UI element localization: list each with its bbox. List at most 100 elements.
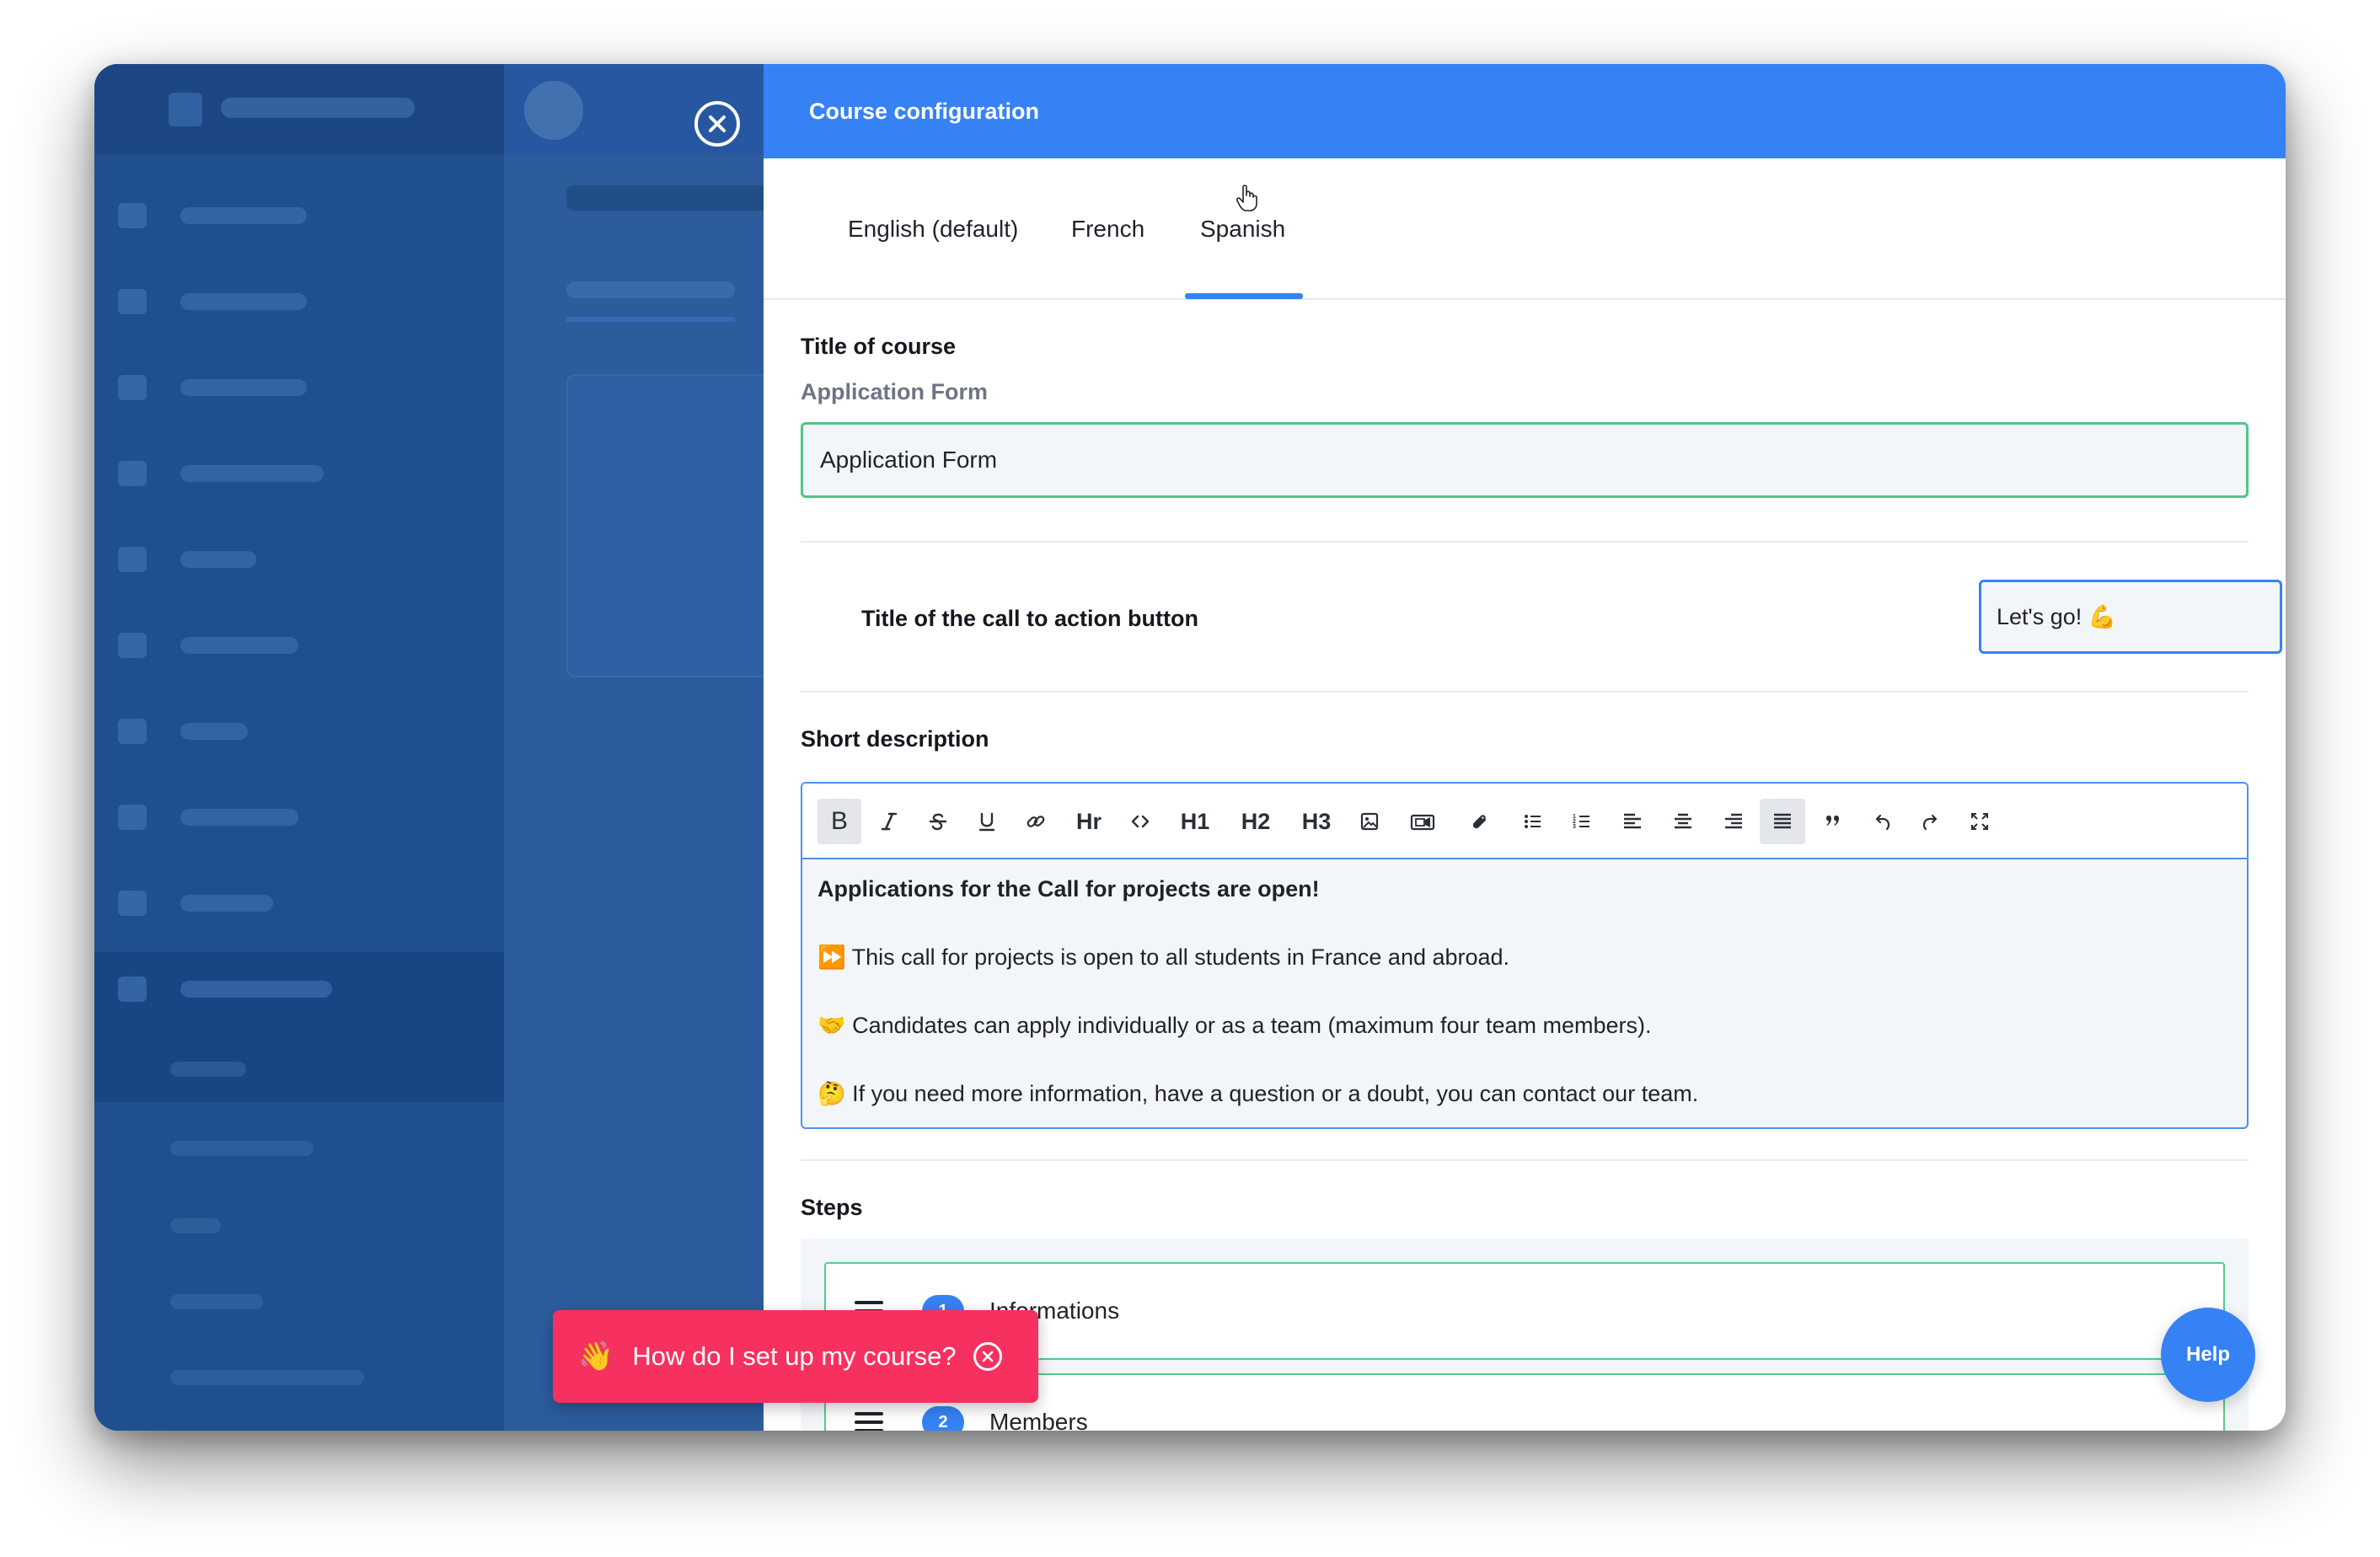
italic-icon [881,812,898,831]
cta-title-label: Title of the call to action button [861,606,1198,631]
paperclip-icon [1472,815,1487,829]
background-nav-item [115,708,570,755]
align-center-button[interactable] [1662,799,1704,844]
close-icon [982,1351,993,1362]
background-org-name [221,98,415,118]
heading-3-button[interactable]: H3 [1291,799,1342,844]
cta-title-input[interactable]: Let's go! 💪 [1979,580,2282,654]
align-justify-icon [1774,813,1791,829]
tab-spanish[interactable]: Spanish [1200,158,1285,300]
rich-text-editor: B Hr H1 H2 H3 1 2 3 Applications for the… [801,782,2249,1129]
heading-2-button[interactable]: H2 [1230,799,1281,844]
undo-button[interactable] [1861,799,1903,844]
align-left-icon [1624,813,1641,829]
fullscreen-icon [1971,813,1988,830]
close-icon [709,115,726,132]
link-icon [1027,816,1045,827]
underline-button[interactable] [966,799,1008,844]
help-prompt[interactable]: 👋 How do I set up my course? [553,1310,1038,1403]
link-button[interactable] [1015,799,1057,844]
undo-icon [1875,814,1890,831]
help-prompt-text: How do I set up my course? [632,1341,957,1371]
strikethrough-icon [929,813,947,831]
help-button[interactable]: Help [2161,1308,2255,1402]
svg-text:3: 3 [1573,824,1576,830]
video-icon [1410,814,1435,831]
tab-french[interactable]: French [1071,158,1144,300]
background-nav-item [115,536,570,583]
align-justify-button[interactable] [1760,799,1805,844]
background-nav-item [115,364,570,411]
background-nav-item [115,622,570,669]
attachment-button[interactable] [1458,799,1500,844]
course-title-label: Title of course [801,334,957,359]
description-heading: Applications for the Call for projects a… [817,876,1320,902]
steps-label: Steps [801,1195,863,1220]
bullet-list-icon [1525,815,1541,828]
drawer-header: Course configuration [764,64,2286,158]
hand-cursor-icon [1236,185,1257,211]
description-line: 🤝 Candidates can apply individually or a… [817,1013,1652,1038]
divider [801,691,2249,693]
step-number-badge: 2 [922,1406,964,1431]
background-logo [169,93,202,126]
horizontal-rule-button[interactable]: Hr [1064,799,1114,844]
image-button[interactable] [1348,799,1391,844]
background-sub-item [170,1370,364,1385]
help-prompt-close-button[interactable] [973,1342,1002,1371]
align-left-button[interactable] [1611,799,1654,844]
close-drawer-button[interactable] [694,101,740,147]
course-configuration-drawer: Course configuration English (default) F… [764,64,2286,1431]
background-tab [566,281,735,298]
description-line: ⏩ This call for projects is open to all … [817,944,1510,970]
background-nav-item [115,278,570,325]
ordered-list-icon: 123 [1573,814,1589,830]
align-right-icon [1725,813,1742,829]
language-tabs: English (default) French Spanish [764,158,2286,300]
course-title-input[interactable]: Application Form [801,422,2249,498]
background-nav-item [115,192,570,239]
background-tab-underline [566,317,735,322]
background-sub-item [170,1062,246,1077]
step-label: Members [989,1409,1088,1431]
background-page-title [566,185,769,211]
ordered-list-button[interactable]: 123 [1561,799,1603,844]
divider [801,541,2249,543]
underline-icon [978,812,995,832]
background-nav-item [115,966,570,1013]
background-nav-item [115,794,570,841]
background-sub-item [170,1294,263,1309]
image-icon [1360,812,1379,831]
quote-button[interactable] [1812,799,1854,844]
background-nav-item [115,880,570,927]
background-sub-item [170,1218,221,1233]
drag-handle-icon[interactable] [855,1412,883,1431]
app-window: Course configuration English (default) F… [94,64,2286,1431]
heading-1-button[interactable]: H1 [1170,799,1220,844]
background-sub-item [170,1141,314,1156]
drawer-title: Course configuration [809,98,1040,124]
description-line: 🤔 If you need more information, have a q… [817,1081,1699,1106]
code-button[interactable] [1119,799,1161,844]
bullet-list-button[interactable] [1512,799,1554,844]
code-icon [1131,815,1150,828]
strikethrough-button[interactable] [917,799,959,844]
redo-button[interactable] [1910,799,1952,844]
background-nav-item [115,450,570,497]
course-default-title: Application Form [801,379,988,404]
active-tab-indicator [1185,293,1303,299]
fullscreen-button[interactable] [1959,799,2001,844]
bold-button[interactable]: B [817,799,861,844]
align-right-button[interactable] [1713,799,1755,844]
background-avatar [524,81,583,140]
italic-button[interactable] [868,799,910,844]
align-center-icon [1675,813,1691,829]
redo-icon [1922,814,1938,831]
short-description-label: Short description [801,726,989,752]
tab-english[interactable]: English (default) [848,158,1018,300]
editor-toolbar: B Hr H1 H2 H3 1 2 3 [802,784,2247,859]
waving-hand-icon: 👋 [578,1340,614,1372]
quote-icon [1826,816,1839,826]
divider [801,1159,2249,1161]
video-button[interactable] [1399,799,1446,844]
